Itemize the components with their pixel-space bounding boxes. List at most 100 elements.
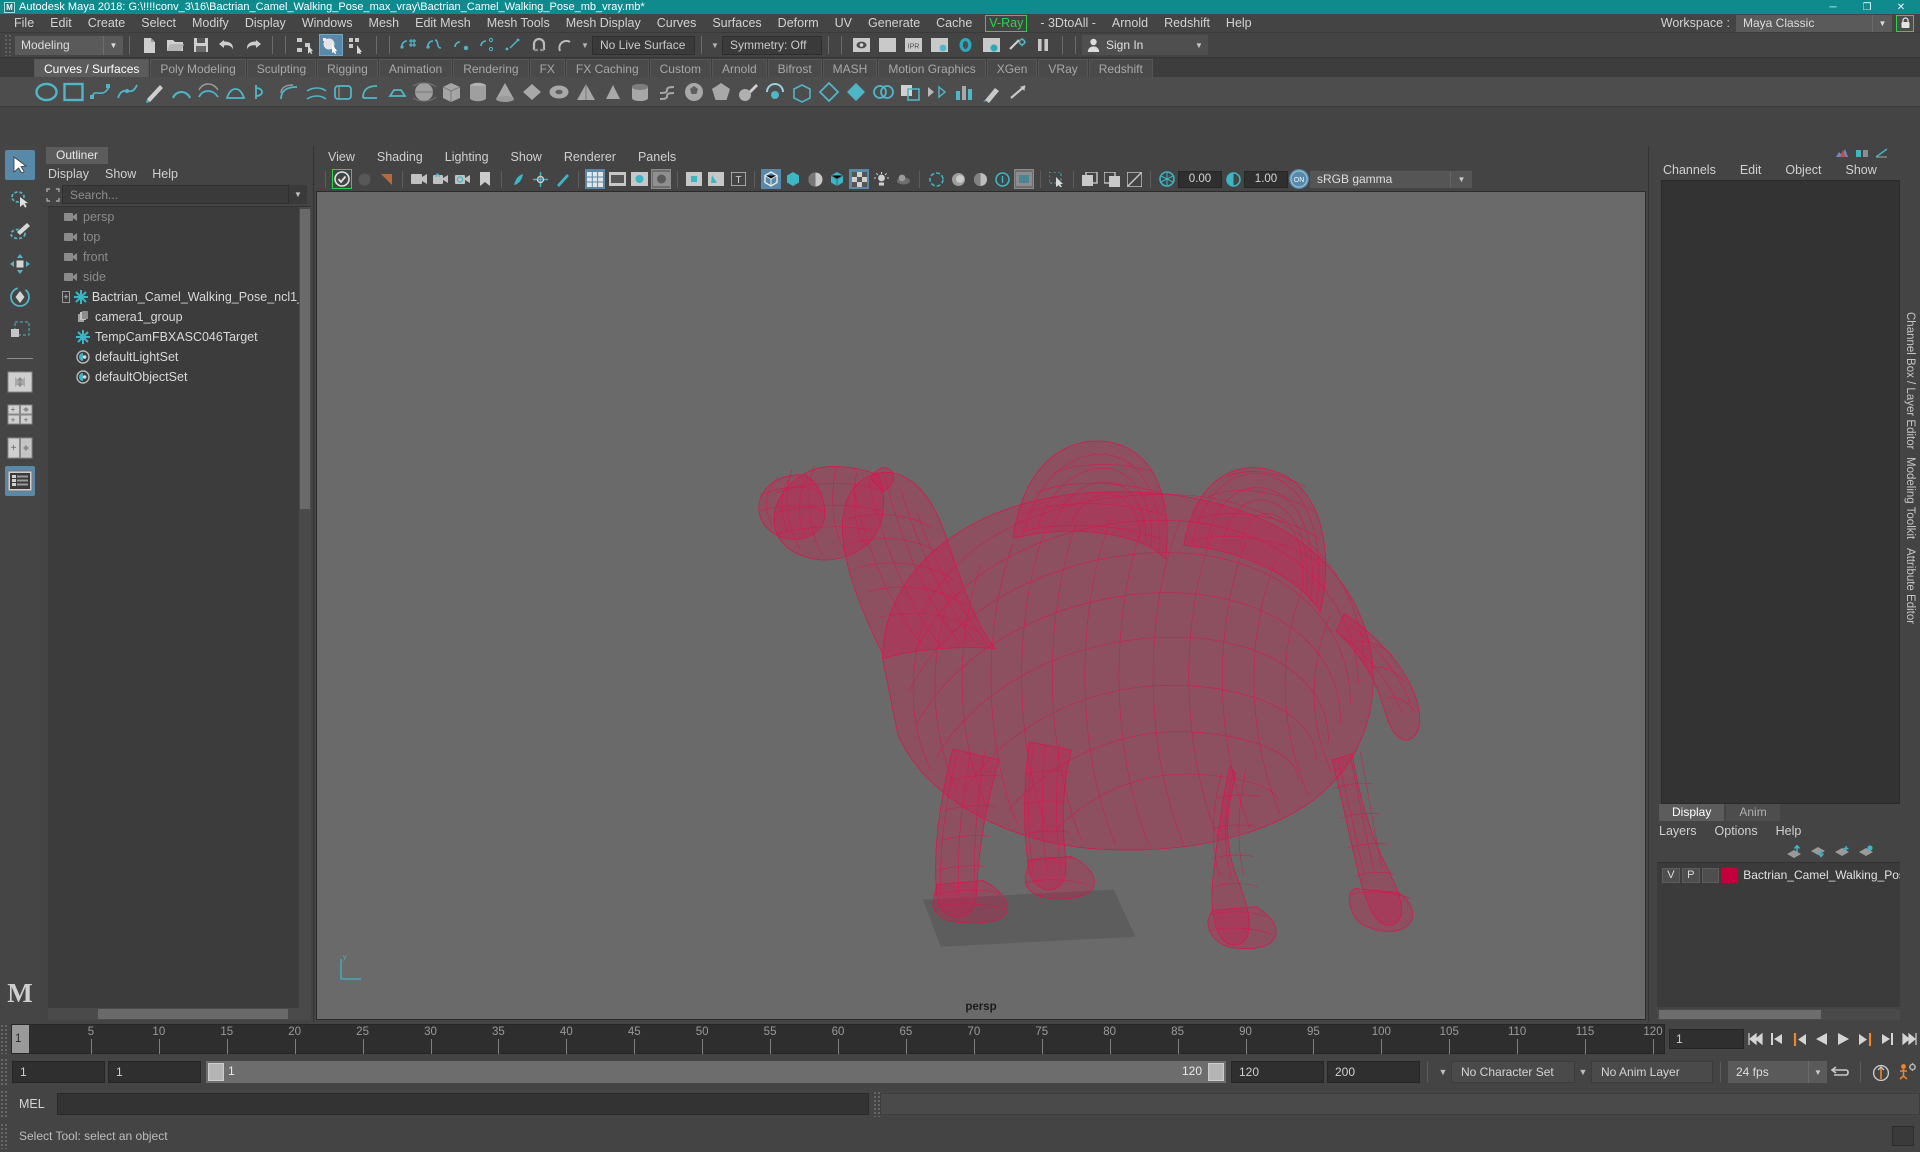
close-button[interactable]: ✕ bbox=[1884, 0, 1918, 14]
move-layer-up-icon[interactable] bbox=[1782, 843, 1806, 859]
rotate-tool-button[interactable] bbox=[5, 282, 35, 312]
mirror-icon[interactable] bbox=[925, 79, 950, 105]
chevron-down-icon[interactable]: ▼ bbox=[1435, 1067, 1451, 1077]
poly-pipe-icon[interactable] bbox=[628, 79, 653, 105]
poly-sphere-icon[interactable] bbox=[412, 79, 437, 105]
single-pane-layout-button[interactable] bbox=[5, 367, 35, 397]
menu-generate[interactable]: Generate bbox=[860, 14, 928, 33]
chevron-down-icon[interactable]: ▼ bbox=[1808, 1061, 1827, 1083]
command-input[interactable] bbox=[56, 1093, 869, 1115]
select-by-hierarchy-icon[interactable] bbox=[293, 34, 317, 56]
grease-pencil-icon[interactable] bbox=[552, 169, 572, 189]
tab-curves-surfaces[interactable]: Curves / Surfaces bbox=[34, 59, 150, 77]
chevron-down-icon[interactable]: ▼ bbox=[1450, 170, 1472, 188]
step-forward-frame-icon[interactable] bbox=[1854, 1027, 1876, 1051]
move-layer-down-icon[interactable] bbox=[1806, 843, 1830, 859]
chevron-down-icon[interactable]: ▼ bbox=[289, 185, 307, 204]
poly-soccer-ball-icon[interactable] bbox=[682, 79, 707, 105]
open-scene-icon[interactable] bbox=[163, 34, 187, 56]
outliner-menu-help[interactable]: Help bbox=[152, 167, 178, 181]
save-scene-icon[interactable] bbox=[189, 34, 213, 56]
clear-render-icon[interactable] bbox=[1124, 169, 1144, 189]
menu-edit-mesh[interactable]: Edit Mesh bbox=[407, 14, 479, 33]
break-camera-lock-icon[interactable] bbox=[453, 169, 473, 189]
use-all-lights-icon[interactable] bbox=[871, 169, 891, 189]
pencil-curve-icon[interactable] bbox=[142, 79, 167, 105]
chevron-down-icon[interactable]: ▼ bbox=[1872, 14, 1892, 32]
render-view-icon[interactable] bbox=[979, 34, 1003, 56]
viewport-menu-view[interactable]: View bbox=[328, 150, 355, 164]
poly-cylinder-icon[interactable] bbox=[466, 79, 491, 105]
outliner-item-side[interactable]: side bbox=[48, 267, 311, 287]
side-tab-modeling-toolkit[interactable]: Modeling Toolkit bbox=[1904, 453, 1916, 543]
nurbs-circle-icon[interactable] bbox=[34, 79, 59, 105]
character-set-field[interactable]: No Character Set bbox=[1451, 1061, 1575, 1083]
command-response-field[interactable] bbox=[880, 1093, 1920, 1115]
auto-key-icon[interactable] bbox=[1868, 1060, 1894, 1084]
menu-mesh[interactable]: Mesh bbox=[361, 14, 408, 33]
menu-windows[interactable]: Windows bbox=[294, 14, 361, 33]
side-tab-attribute-editor[interactable]: Attribute Editor bbox=[1904, 544, 1916, 628]
attribute-editor-icon[interactable] bbox=[1872, 147, 1892, 160]
render-sequence-icon[interactable] bbox=[875, 34, 899, 56]
viewport-menu-lighting[interactable]: Lighting bbox=[445, 150, 489, 164]
range-slider-gripper[interactable] bbox=[0, 1058, 9, 1086]
channels-menu[interactable]: Channels bbox=[1663, 163, 1716, 177]
exposure-value-field[interactable]: 0.00 bbox=[1178, 170, 1222, 188]
expand-toggle-icon[interactable]: + bbox=[62, 291, 70, 303]
shaded-wireframe-icon[interactable] bbox=[805, 169, 825, 189]
snap-to-grid-icon[interactable] bbox=[397, 34, 421, 56]
two-pane-layout-button[interactable]: + bbox=[5, 433, 35, 463]
four-pane-layout-button[interactable]: + + + bbox=[5, 400, 35, 430]
shadows-icon[interactable] bbox=[893, 169, 913, 189]
combine-icon[interactable] bbox=[871, 79, 896, 105]
tab-vray[interactable]: VRay bbox=[1038, 59, 1088, 77]
layer-display-type-toggle[interactable] bbox=[1701, 867, 1720, 883]
step-back-frame-icon[interactable] bbox=[1788, 1027, 1810, 1051]
outliner-search-input[interactable]: Search... bbox=[62, 185, 289, 204]
outliner-menu-show[interactable]: Show bbox=[105, 167, 136, 181]
poly-cone-icon[interactable] bbox=[493, 79, 518, 105]
go-to-start-icon[interactable] bbox=[1744, 1027, 1766, 1051]
current-time-indicator[interactable]: 1 bbox=[12, 1025, 29, 1053]
play-backwards-icon[interactable] bbox=[1810, 1027, 1832, 1051]
loft-icon[interactable] bbox=[196, 79, 221, 105]
transfer-attributes-icon[interactable] bbox=[1006, 79, 1031, 105]
depth-of-field-icon[interactable] bbox=[992, 169, 1012, 189]
playback-start-time-field[interactable]: 1 bbox=[108, 1061, 201, 1083]
scale-tool-button[interactable] bbox=[5, 315, 35, 345]
tab-display-layers[interactable]: Display bbox=[1659, 804, 1725, 821]
copy-render-icon[interactable] bbox=[1080, 169, 1100, 189]
exposure-control-icon[interactable] bbox=[684, 169, 704, 189]
help-line-gripper[interactable] bbox=[0, 1123, 9, 1149]
bevel-plus-icon[interactable] bbox=[385, 79, 410, 105]
tab-sculpting[interactable]: Sculpting bbox=[246, 59, 317, 77]
menu-edit[interactable]: Edit bbox=[42, 14, 80, 33]
gamma-value-field[interactable]: 1.00 bbox=[1244, 170, 1288, 188]
extrude-icon[interactable] bbox=[277, 79, 302, 105]
workspace-select[interactable]: Maya Classic bbox=[1736, 14, 1872, 32]
outliner-item-tempcam[interactable]: TempCamFBXASC046Target bbox=[48, 327, 311, 347]
outliner-tree[interactable]: persp top front side + Bactrian_Camel_Wa… bbox=[48, 206, 311, 1008]
command-language-label[interactable]: MEL bbox=[9, 1097, 57, 1111]
wireframe-shading-icon[interactable] bbox=[761, 169, 781, 189]
outliner-item-default-object-set[interactable]: defaultObjectSet bbox=[48, 367, 311, 387]
render-current-frame-icon[interactable] bbox=[849, 34, 873, 56]
select-by-component-icon[interactable] bbox=[345, 34, 369, 56]
edit-menu[interactable]: Edit bbox=[1740, 163, 1762, 177]
menu-surfaces[interactable]: Surfaces bbox=[704, 14, 769, 33]
textured-shading-icon[interactable] bbox=[827, 169, 847, 189]
go-to-end-icon[interactable] bbox=[1898, 1027, 1920, 1051]
lock-camera-toggle-icon[interactable] bbox=[431, 169, 451, 189]
step-back-key-icon[interactable] bbox=[1766, 1027, 1788, 1051]
poly-helix-icon[interactable] bbox=[655, 79, 680, 105]
layers-menu[interactable]: Layers bbox=[1659, 824, 1697, 838]
show-menu[interactable]: Show bbox=[1846, 163, 1877, 177]
ep-curve-icon[interactable] bbox=[115, 79, 140, 105]
help-menu[interactable]: Help bbox=[1776, 824, 1802, 838]
loop-icon[interactable] bbox=[1827, 1060, 1853, 1084]
scrollbar-thumb[interactable] bbox=[98, 1009, 288, 1019]
chevron-down-icon[interactable]: ▼ bbox=[1190, 35, 1208, 55]
chevron-down-icon[interactable]: ▼ bbox=[708, 41, 722, 50]
outliner-item-persp[interactable]: persp bbox=[48, 207, 311, 227]
